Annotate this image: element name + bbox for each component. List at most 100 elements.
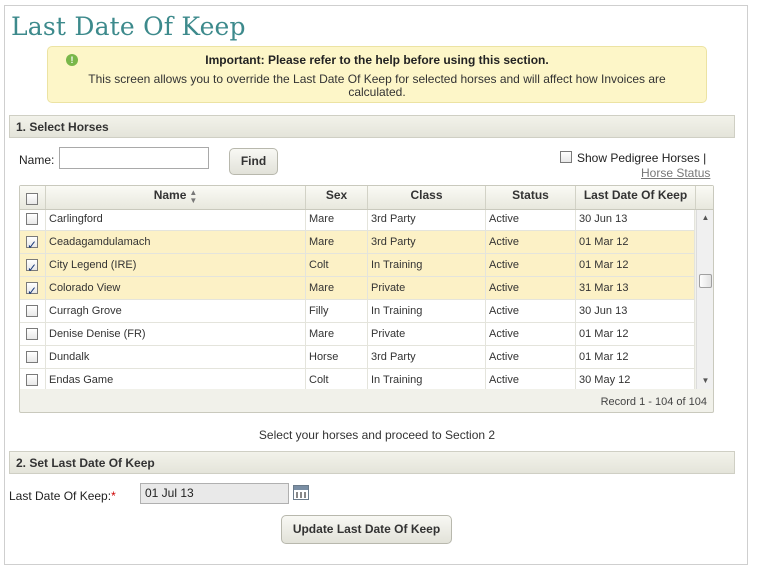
scroll-thumb[interactable] bbox=[699, 274, 712, 288]
cell-sex: Colt bbox=[306, 369, 368, 389]
cell-status: Active bbox=[486, 323, 576, 345]
row-checkbox[interactable] bbox=[26, 328, 38, 340]
table-row[interactable]: Carlingford Mare 3rd Party Active 30 Jun 13 bbox=[20, 210, 695, 231]
table-row[interactable]: Dundalk Horse 3rd Party Active 01 Mar 12 bbox=[20, 346, 695, 369]
cell-select bbox=[20, 346, 46, 368]
name-search-input[interactable] bbox=[59, 147, 209, 169]
header-status[interactable]: Status bbox=[486, 186, 576, 209]
row-checkbox[interactable] bbox=[26, 280, 38, 299]
cell-class: In Training bbox=[368, 369, 486, 389]
cell-class: Private bbox=[368, 277, 486, 299]
select-all-checkbox[interactable] bbox=[26, 193, 38, 205]
cell-sex: Mare bbox=[306, 231, 368, 253]
cell-select bbox=[20, 300, 46, 322]
cell-name: Ceadagamdulamach bbox=[46, 231, 306, 253]
cell-status: Active bbox=[486, 346, 576, 368]
cell-last-date-of-keep: 30 May 12 bbox=[576, 369, 695, 389]
cell-sex: Mare bbox=[306, 277, 368, 299]
row-checkbox[interactable] bbox=[26, 374, 38, 386]
section-select-horses: 1. Select Horses bbox=[9, 115, 735, 138]
update-ldk-button[interactable]: Update Last Date Of Keep bbox=[281, 515, 452, 544]
cell-select bbox=[20, 254, 46, 276]
name-label: Name: bbox=[19, 153, 55, 167]
ldk-date-input[interactable]: 01 Jul 13 bbox=[140, 483, 289, 504]
row-checkbox[interactable] bbox=[26, 351, 38, 363]
calendar-icon[interactable] bbox=[293, 485, 309, 500]
cell-class: Private bbox=[368, 323, 486, 345]
important-notice: ! Important: Please refer to the help be… bbox=[47, 46, 707, 103]
cell-status: Active bbox=[486, 369, 576, 389]
show-pedigree-option: Show Pedigree Horses | bbox=[560, 150, 707, 165]
cell-sex: Colt bbox=[306, 254, 368, 276]
select-message: Select your horses and proceed to Sectio… bbox=[258, 428, 496, 442]
cell-select bbox=[20, 369, 46, 389]
cell-name: Curragh Grove bbox=[46, 300, 306, 322]
show-pedigree-label: Show Pedigree Horses | bbox=[577, 151, 707, 165]
table-row[interactable]: City Legend (IRE)ColtIn TrainingActive01… bbox=[20, 254, 695, 277]
ldk-label-text: Last Date Of Keep: bbox=[9, 489, 112, 503]
header-select-all bbox=[20, 186, 46, 209]
cell-class: In Training bbox=[368, 300, 486, 322]
cell-status: Active bbox=[486, 300, 576, 322]
cell-last-date-of-keep: 01 Mar 12 bbox=[576, 346, 695, 368]
show-pedigree-checkbox[interactable] bbox=[560, 150, 572, 163]
cell-status: Active bbox=[486, 231, 576, 253]
cell-status: Active bbox=[486, 254, 576, 276]
row-checkbox[interactable] bbox=[26, 234, 38, 253]
horse-status-link[interactable]: Horse Status bbox=[641, 166, 710, 180]
cell-sex: Horse bbox=[306, 346, 368, 368]
main-panel: Last Date Of Keep ! Important: Please re… bbox=[4, 5, 748, 565]
cell-name: Denise Denise (FR) bbox=[46, 323, 306, 345]
cell-name: Colorado View bbox=[46, 277, 306, 299]
cell-last-date-of-keep: 01 Mar 12 bbox=[576, 323, 695, 345]
cell-name: Carlingford bbox=[46, 210, 306, 230]
cell-name: Dundalk bbox=[46, 346, 306, 368]
cell-last-date-of-keep: 30 Jun 13 bbox=[576, 300, 695, 322]
page-title: Last Date Of Keep bbox=[11, 12, 246, 41]
scroll-up-icon[interactable]: ▲ bbox=[699, 212, 712, 224]
table-row[interactable]: Denise Denise (FR) Mare Private Active 01 Ma… bbox=[20, 323, 695, 346]
cell-name: Endas Game bbox=[46, 369, 306, 389]
find-button[interactable]: Find bbox=[229, 148, 278, 175]
header-name[interactable]: Name ▲ ▼ bbox=[46, 186, 306, 209]
cell-select bbox=[20, 323, 46, 345]
cell-last-date-of-keep: 01 Mar 12 bbox=[576, 231, 695, 253]
grid-body: CarlingfordMare3rd PartyActive30 Jun 13C… bbox=[20, 210, 695, 389]
cell-sex: Filly bbox=[306, 300, 368, 322]
cell-status: Active bbox=[486, 210, 576, 230]
cell-class: 3rd Party bbox=[368, 346, 486, 368]
header-class[interactable]: Class bbox=[368, 186, 486, 209]
ldk-label: Last Date Of Keep:* bbox=[9, 489, 116, 503]
table-row[interactable]: Endas Game Colt In Training Active 30 May 12 bbox=[20, 369, 695, 389]
header-last-date-of-keep[interactable]: Last Date Of Keep bbox=[576, 186, 696, 209]
table-row[interactable]: Curragh Grove Filly In Training Active 30 Ju… bbox=[20, 300, 695, 323]
grid-header: Name ▲ ▼ Sex Class Status Last Date Of Kee… bbox=[20, 186, 713, 210]
grid-scrollbar[interactable]: ▲ ▼ bbox=[696, 210, 713, 389]
cell-sex: Mare bbox=[306, 323, 368, 345]
cell-sex: Mare bbox=[306, 210, 368, 230]
cell-class: 3rd Party bbox=[368, 231, 486, 253]
table-row[interactable]: Colorado ViewMarePrivateActive31 Mar 13 bbox=[20, 277, 695, 300]
cell-status: Active bbox=[486, 277, 576, 299]
cell-class: 3rd Party bbox=[368, 210, 486, 230]
cell-class: In Training bbox=[368, 254, 486, 276]
cell-last-date-of-keep: 01 Mar 12 bbox=[576, 254, 695, 276]
row-checkbox[interactable] bbox=[26, 305, 38, 317]
cell-last-date-of-keep: 31 Mar 13 bbox=[576, 277, 695, 299]
row-checkbox[interactable] bbox=[26, 213, 38, 225]
sort-icon: ▲ ▼ bbox=[189, 188, 198, 205]
cell-select bbox=[20, 231, 46, 253]
notice-title: Important: Please refer to the help befo… bbox=[205, 53, 549, 67]
required-mark: * bbox=[111, 489, 116, 503]
notice-text: This screen allows you to override the L… bbox=[88, 72, 666, 99]
table-row[interactable]: CeadagamdulamachMare3rd PartyActive01 Ma… bbox=[20, 231, 695, 254]
row-checkbox[interactable] bbox=[26, 257, 38, 276]
section-set-ldk: 2. Set Last Date Of Keep bbox=[9, 451, 735, 474]
cell-last-date-of-keep: 30 Jun 13 bbox=[576, 210, 695, 230]
cell-select bbox=[20, 210, 46, 230]
cell-select bbox=[20, 277, 46, 299]
record-count: Record 1 - 104 of 104 bbox=[600, 396, 707, 408]
cell-name: City Legend (IRE) bbox=[46, 254, 306, 276]
header-sex[interactable]: Sex bbox=[306, 186, 368, 209]
scroll-down-icon[interactable]: ▼ bbox=[699, 375, 712, 387]
